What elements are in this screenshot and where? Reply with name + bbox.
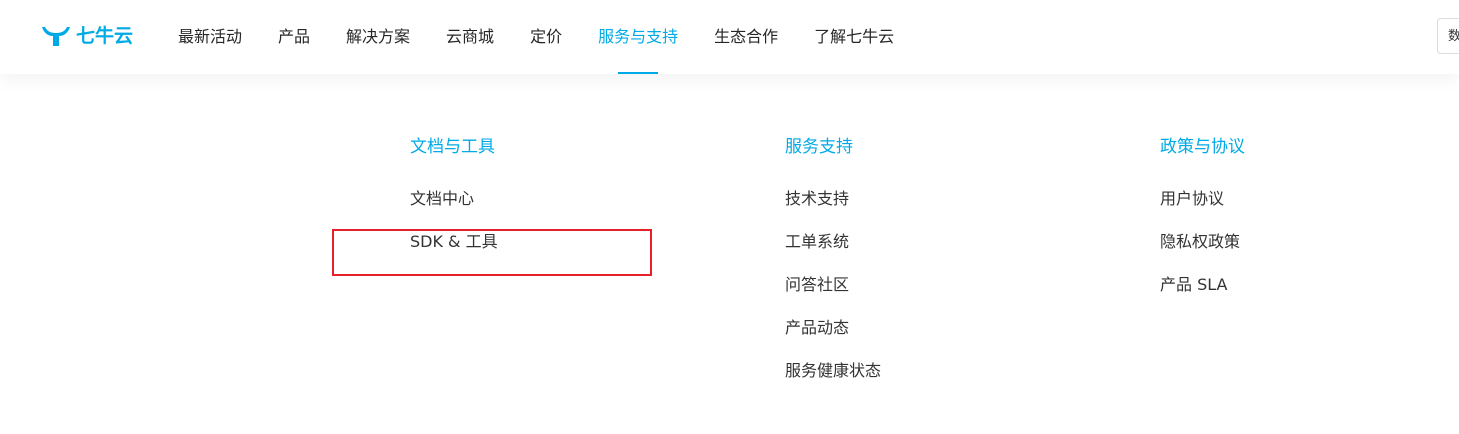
link-qa-community[interactable]: 问答社区 [785, 272, 881, 298]
column-title-policies: 政策与协议 [1160, 137, 1245, 157]
column-service-support: 服务支持 技术支持 工单系统 问答社区 产品动态 服务健康状态 [785, 134, 881, 401]
link-doc-center[interactable]: 文档中心 [410, 186, 498, 212]
brand-logo[interactable]: 七牛云 [40, 22, 133, 50]
nav-item-promotions[interactable]: 最新活动 [160, 0, 260, 74]
main-nav: 最新活动 产品 解决方案 云商城 定价 服务与支持 生态合作 了解七牛云 [160, 0, 912, 74]
link-product-sla[interactable]: 产品 SLA [1160, 272, 1245, 298]
service-support-dropdown: 文档与工具 文档中心 SDK & 工具 服务支持 技术支持 工单系统 问答社区 … [0, 74, 1459, 434]
link-service-health[interactable]: 服务健康状态 [785, 358, 881, 384]
link-privacy-policy[interactable]: 隐私权政策 [1160, 229, 1245, 255]
column-title-docs-tools: 文档与工具 [410, 137, 495, 157]
link-product-news[interactable]: 产品动态 [785, 315, 881, 341]
nav-item-about[interactable]: 了解七牛云 [796, 0, 912, 74]
link-user-agreement[interactable]: 用户协议 [1160, 186, 1245, 212]
right-partial-button[interactable]: 数 [1437, 18, 1459, 54]
qiniu-logo-icon [42, 27, 70, 46]
annotation-highlight-box [332, 229, 652, 276]
nav-item-service-support[interactable]: 服务与支持 [580, 0, 696, 74]
nav-item-products[interactable]: 产品 [260, 0, 328, 74]
link-tech-support[interactable]: 技术支持 [785, 186, 881, 212]
brand-name: 七牛云 [76, 25, 134, 47]
nav-item-pricing[interactable]: 定价 [512, 0, 580, 74]
link-ticket-system[interactable]: 工单系统 [785, 229, 881, 255]
nav-item-solutions[interactable]: 解决方案 [328, 0, 428, 74]
nav-item-marketplace[interactable]: 云商城 [428, 0, 512, 74]
column-policies: 政策与协议 用户协议 隐私权政策 产品 SLA [1160, 134, 1245, 315]
column-title-service-support: 服务支持 [785, 137, 853, 157]
top-navigation-bar: 七牛云 最新活动 产品 解决方案 云商城 定价 服务与支持 生态合作 了解七牛云… [0, 0, 1459, 74]
nav-item-ecosystem[interactable]: 生态合作 [696, 0, 796, 74]
